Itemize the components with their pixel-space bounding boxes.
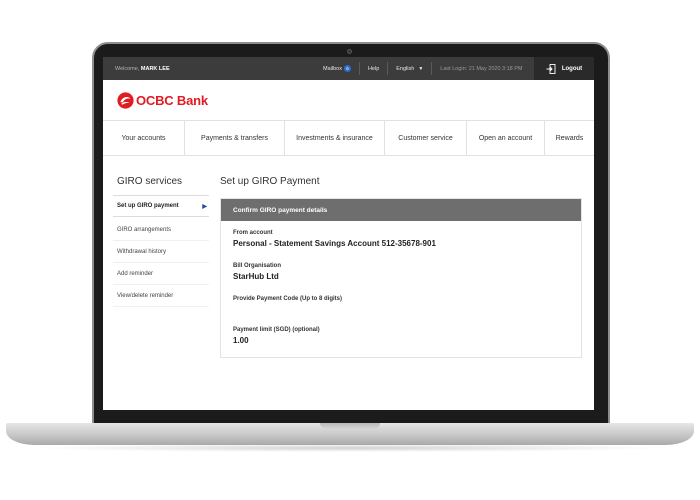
mailbox-count-badge: 6	[343, 65, 351, 72]
brand-bar: OCBC Bank	[103, 80, 594, 120]
payment-limit-label: Payment limit (SGD) (optional)	[233, 327, 320, 333]
nav-payments-transfers[interactable]: Payments & transfers	[185, 121, 285, 155]
page-title: Set up GIRO Payment	[220, 176, 320, 187]
mailbox-link[interactable]: Mailbox 6	[323, 65, 351, 72]
brand-name: OCBC Bank	[136, 93, 208, 108]
from-account-label: From account	[233, 230, 273, 236]
nav-your-accounts[interactable]: Your accounts	[103, 121, 185, 155]
language-selector[interactable]: English ▼	[396, 66, 423, 72]
from-account-field: From account Personal - Statement Saving…	[233, 230, 436, 248]
panel-header: Confirm GIRO payment details	[221, 199, 581, 221]
logout-label: Logout	[561, 65, 583, 72]
logout-icon	[546, 63, 556, 74]
payment-code-field: Provide Payment Code (Up to 8 digits)	[233, 296, 342, 305]
help-link[interactable]: Help	[368, 66, 379, 72]
nav-investments-insurance[interactable]: Investments & insurance	[285, 121, 385, 155]
from-account-value: Personal - Statement Savings Account 512…	[233, 239, 436, 248]
welcome-prefix: Welcome,	[115, 65, 140, 72]
welcome-text: Welcome, MARK LEE	[115, 66, 170, 72]
bill-organisation-field: Bill Organisation StarHub Ltd	[233, 263, 281, 281]
sidebar-item-view-delete-reminder[interactable]: View/delete reminder	[113, 285, 209, 307]
browser-screen: Welcome, MARK LEE Mailbox 6 Help English…	[103, 57, 594, 410]
page-content: GIRO services Set up GIRO payment ▶ GIRO…	[103, 156, 594, 410]
language-value: English	[396, 65, 415, 72]
sidebar-item-setup-giro[interactable]: Set up GIRO payment ▶	[113, 195, 209, 217]
laptop-shadow	[30, 444, 670, 452]
nav-rewards[interactable]: Rewards	[545, 121, 594, 155]
ocbc-logo-icon	[117, 92, 134, 109]
main-navigation: Your accounts Payments & transfers Inves…	[103, 120, 594, 156]
divider	[358, 62, 360, 75]
laptop-notch	[320, 423, 380, 429]
caret-down-icon: ▼	[418, 65, 424, 72]
confirm-details-panel: Confirm GIRO payment details From accoun…	[220, 198, 582, 358]
nav-customer-service[interactable]: Customer service	[385, 121, 467, 155]
divider	[431, 62, 433, 75]
arrow-right-icon: ▶	[202, 203, 207, 210]
sidebar-item-giro-arrangements[interactable]: GIRO arrangements	[113, 219, 209, 241]
sidebar-item-add-reminder[interactable]: Add reminder	[113, 263, 209, 285]
ocbc-logo[interactable]: OCBC Bank	[117, 92, 208, 109]
nav-open-account[interactable]: Open an account	[467, 121, 545, 155]
user-name: MARK LEE	[140, 65, 170, 72]
mailbox-label: Mailbox	[323, 65, 342, 72]
payment-limit-value: 1.00	[233, 336, 249, 345]
divider	[387, 62, 389, 75]
sidebar-item-withdrawal-history[interactable]: Withdrawal history	[113, 241, 209, 263]
bill-organisation-value: StarHub Ltd	[233, 272, 279, 281]
sidebar-menu: Set up GIRO payment ▶ GIRO arrangements …	[113, 195, 209, 307]
sidebar-item-label: Set up GIRO payment	[117, 203, 179, 209]
sidebar-title: GIRO services	[117, 176, 183, 187]
top-utility-bar: Welcome, MARK LEE Mailbox 6 Help English…	[103, 57, 594, 80]
payment-code-label: Provide Payment Code (Up to 8 digits)	[233, 296, 343, 302]
last-login-text: Last Login: 21 May 2020 3:18 PM	[440, 65, 523, 72]
payment-limit-field: Payment limit (SGD) (optional) 1.00	[233, 327, 320, 345]
webcam	[347, 49, 352, 54]
bill-organisation-label: Bill Organisation	[233, 263, 282, 269]
logout-button[interactable]: Logout	[534, 57, 594, 80]
